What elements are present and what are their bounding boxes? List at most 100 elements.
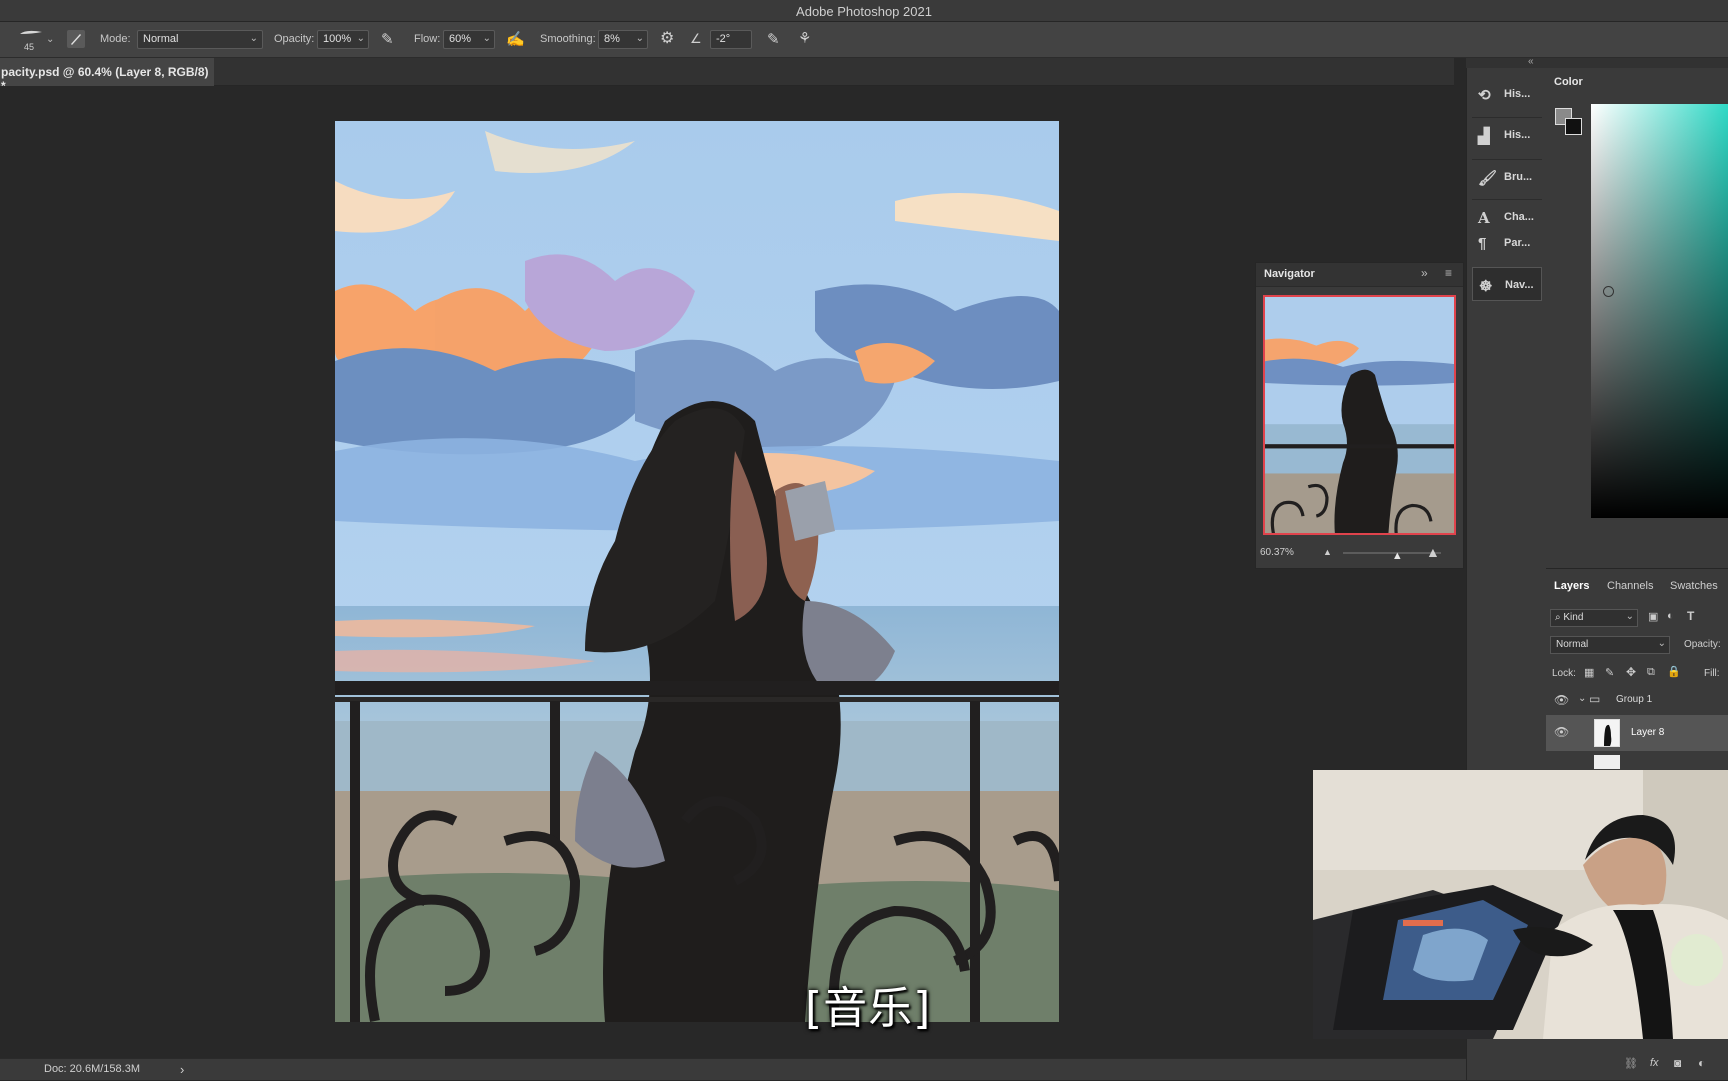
dock-paragraph[interactable]: ¶ Par... (1472, 226, 1542, 260)
navigator-panel: Navigator » ≡ 60.37% ▲ ▲ ▲ (1255, 262, 1464, 569)
dock-history[interactable]: ⟲ His... (1472, 77, 1542, 111)
dock-histogram[interactable]: ▟ His... (1472, 117, 1542, 151)
visibility-eye-icon[interactable]: 👁 (1554, 693, 1569, 707)
chevron-down-icon: ⌄ (1657, 638, 1666, 649)
artwork-canvas[interactable] (335, 121, 1059, 1022)
dock-brush-label: Bru... (1504, 171, 1533, 183)
document-tab[interactable]: pacity.psd @ 60.4% (Layer 8, RGB/8) * (0, 58, 214, 93)
brush-size-label: 45 (24, 42, 35, 52)
history-icon: ⟲ (1478, 87, 1491, 104)
airbrush-icon[interactable]: ✍ (506, 32, 525, 47)
tab-swatches[interactable]: Swatches (1670, 580, 1718, 592)
color-panel: Color (1546, 68, 1728, 568)
brush-settings-toggle[interactable] (67, 30, 85, 48)
layer-name-layer-8: Layer 8 (1631, 727, 1665, 738)
lock-all-icon[interactable]: 🔒 (1667, 665, 1681, 678)
panel-menu-icon[interactable]: ≡ (1445, 266, 1452, 280)
navigator-zoom-value[interactable]: 60.37% (1260, 547, 1294, 558)
dock-history-label: His... (1504, 88, 1531, 100)
tab-layers[interactable]: Layers (1554, 580, 1589, 592)
link-layers-icon[interactable]: ⛓ (1624, 1057, 1638, 1070)
artwork-illustration (335, 121, 1059, 1022)
brush-tip-icon (20, 30, 42, 34)
layer-thumbnail-figure-icon (1604, 724, 1612, 746)
pressure-size-icon[interactable]: ✎ (767, 32, 780, 47)
layers-bottom-toolbar: ⛓ fx ◙ ◐ (1546, 1049, 1728, 1081)
tab-channels[interactable]: Channels (1607, 580, 1653, 592)
histogram-icon: ▟ (1478, 128, 1490, 145)
pressure-opacity-icon[interactable]: ✎ (381, 32, 394, 47)
flow-value: 60% (449, 33, 472, 45)
status-bar: Doc: 20.6M/158.3M › (0, 1058, 1466, 1080)
filter-pixel-icon[interactable]: ▣ (1648, 610, 1658, 623)
brush-preset-picker[interactable]: 45 ⌄ (14, 26, 54, 54)
blend-mode-select[interactable]: Normal ⌄ (1550, 636, 1670, 654)
lock-transparent-icon[interactable]: ▦ (1584, 666, 1594, 679)
lock-position-icon[interactable]: ✥ (1626, 665, 1636, 679)
title-bar: Adobe Photoshop 2021 (0, 0, 1728, 22)
dock-navigator[interactable]: ☸ Nav... (1472, 267, 1542, 301)
layer-row-group[interactable]: 👁 ⌄ ▭ Group 1 (1546, 687, 1728, 715)
layer-thumbnail (1594, 719, 1620, 747)
fill-label: Fill: (1704, 668, 1720, 679)
paragraph-icon: ¶ (1478, 235, 1487, 252)
color-picker-field[interactable] (1591, 104, 1728, 518)
adjustment-layer-icon[interactable]: ◐ (1698, 1056, 1705, 1070)
navigator-view-box[interactable] (1263, 295, 1456, 535)
visibility-eye-icon[interactable]: 👁 (1554, 725, 1569, 739)
app-title: Adobe Photoshop 2021 (796, 4, 932, 19)
zoom-in-icon[interactable]: ▲ (1426, 544, 1440, 560)
mode-select[interactable]: Normal ⌄ (137, 30, 263, 49)
gear-icon[interactable]: ⚙ (660, 31, 674, 47)
status-menu-arrow[interactable]: › (180, 1062, 184, 1077)
brush-angle-field[interactable]: -2° (710, 30, 752, 49)
video-subtitle: [音乐] (805, 983, 932, 1034)
smoothing-label: Smoothing: (540, 33, 596, 45)
document-tab-bar: pacity.psd @ 60.4% (Layer 8, RGB/8) * (0, 58, 1454, 93)
brush-panel-icon (71, 34, 81, 45)
filter-adjustment-icon[interactable]: ◐ (1667, 610, 1674, 622)
doc-size-status[interactable]: Doc: 20.6M/158.3M (44, 1063, 140, 1075)
lock-pixels-icon[interactable]: ✎ (1605, 666, 1614, 679)
navigator-preview[interactable] (1263, 295, 1456, 535)
chevron-down-icon: ⌄ (249, 33, 258, 44)
background-color-swatch[interactable] (1565, 118, 1582, 135)
character-icon: A (1478, 209, 1490, 227)
navigator-title: Navigator (1264, 268, 1315, 280)
dock-paragraph-label: Par... (1504, 237, 1531, 249)
dock-brush-settings[interactable]: 🖌 Bru... (1472, 159, 1542, 193)
opacity-field[interactable]: 100% ⌄ (317, 30, 369, 49)
smoothing-field[interactable]: 8% ⌄ (598, 30, 648, 49)
color-tab[interactable]: Color (1554, 76, 1583, 88)
layer-opacity-label: Opacity: (1684, 639, 1721, 650)
opacity-label: Opacity: (274, 33, 315, 45)
panel-collapse-bar[interactable]: « (1466, 56, 1728, 68)
lock-label: Lock: (1552, 668, 1576, 679)
layer-mask-icon[interactable]: ◙ (1674, 1056, 1681, 1070)
layer-filter-kind: Kind (1563, 612, 1584, 623)
search-icon: ⌕ (1555, 612, 1561, 623)
fx-icon[interactable]: fx (1650, 1057, 1659, 1069)
zoom-slider-thumb[interactable]: ▲ (1392, 550, 1403, 562)
collapse-panels-icon[interactable]: « (1528, 56, 1534, 67)
navigator-icon: ☸ (1479, 278, 1493, 295)
symmetry-icon[interactable]: ⚘ (798, 31, 811, 46)
webcam-video-overlay (1313, 770, 1728, 1039)
webcam-scene-image (1313, 770, 1728, 1039)
group-expand-chevron-icon[interactable]: ⌄ (1578, 693, 1586, 704)
zoom-out-icon[interactable]: ▲ (1323, 547, 1332, 557)
navigator-header[interactable]: Navigator » ≡ (1256, 263, 1463, 287)
chevron-down-icon: ⌄ (46, 34, 55, 45)
filter-type-icon[interactable]: T (1687, 609, 1694, 623)
layer-row-layer-8[interactable]: 👁 Layer 8 (1546, 715, 1728, 751)
flow-field[interactable]: 60% ⌄ (443, 30, 495, 49)
lock-artboard-icon[interactable]: ⧉ (1647, 666, 1655, 679)
expand-panel-icon[interactable]: » (1421, 266, 1428, 280)
folder-icon: ▭ (1589, 692, 1601, 706)
chevron-down-icon: ⌄ (635, 33, 644, 44)
color-picker-cursor[interactable] (1603, 286, 1614, 297)
dock-character-label: Cha... (1504, 211, 1534, 223)
layer-filter-select[interactable]: ⌕ Kind ⌄ (1550, 609, 1638, 627)
dock-navigator-label: Nav... (1505, 279, 1534, 291)
layer-row-partial[interactable] (1594, 755, 1620, 769)
